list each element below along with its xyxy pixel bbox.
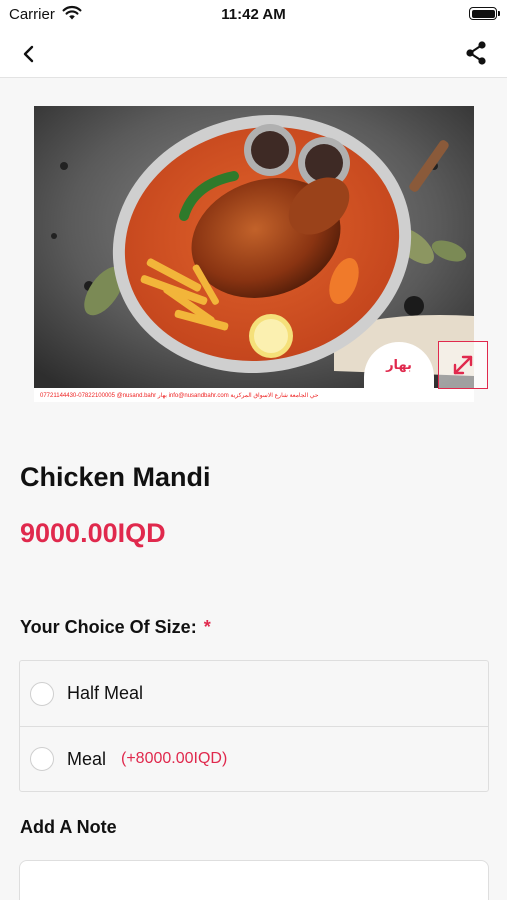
radio-button[interactable] (30, 747, 54, 771)
required-mark: * (203, 617, 211, 637)
radio-button[interactable] (30, 681, 54, 706)
clock: 11:42 AM (221, 6, 286, 23)
note-input[interactable] (19, 860, 489, 900)
note-section-label: Add A Note (20, 817, 117, 837)
size-option-half-meal[interactable]: Half Meal (20, 661, 488, 726)
product-image[interactable]: بهار 07721144430-07822100005 @nusand.bah… (34, 106, 474, 402)
image-footer-text: 07721144430-07822100005 @nusand.bahr بها… (34, 388, 474, 402)
share-button[interactable] (461, 38, 491, 68)
product-title: Chicken Mandi (20, 462, 211, 492)
expand-image-button[interactable] (438, 341, 488, 389)
expand-arrows-icon (453, 355, 473, 375)
size-section-label: Your Choice Of Size: * (20, 617, 211, 638)
size-options-list: Half Meal Meal (+8000.00IQD) (19, 660, 489, 792)
product-price: 9000.00IQD (20, 518, 166, 548)
status-bar: Carrier 11:42 AM (0, 0, 507, 30)
battery-icon (469, 7, 500, 20)
size-label-text: Your Choice Of Size: (20, 617, 197, 637)
option-label: Half Meal (67, 683, 144, 703)
size-option-meal[interactable]: Meal (+8000.00IQD) (20, 726, 488, 791)
option-label: Meal (67, 748, 107, 769)
navigation-bar (0, 30, 507, 78)
option-extra-price: (+8000.00IQD) (121, 750, 228, 767)
share-icon (466, 41, 486, 65)
chevron-left-icon (23, 45, 34, 63)
back-button[interactable] (14, 40, 44, 68)
